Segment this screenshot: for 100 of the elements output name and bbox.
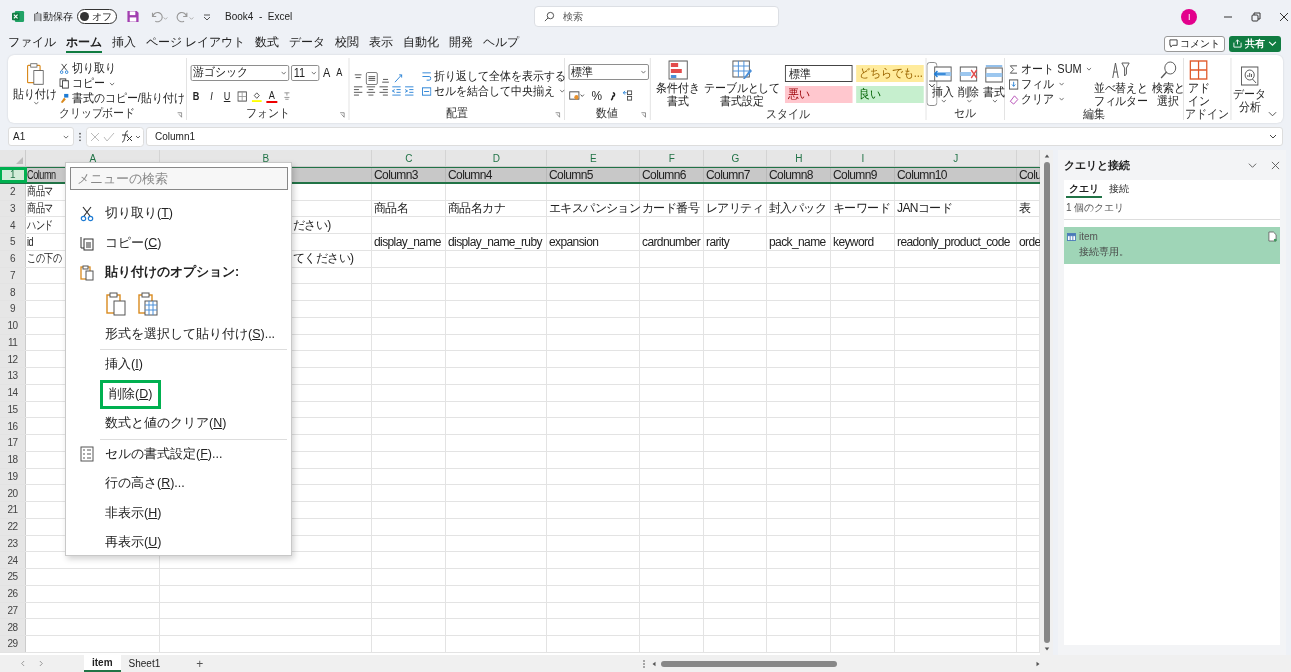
vertical-scrollbar[interactable]	[1040, 150, 1053, 655]
collapse-ribbon-icon[interactable]	[1268, 111, 1277, 117]
menu-item[interactable]: 切り取り(T)	[100, 199, 178, 229]
format-as-table-button[interactable]: テーブルとして 書式設定	[701, 60, 783, 108]
search-field[interactable]: 検索	[534, 6, 780, 27]
italic-button[interactable]: I	[206, 90, 218, 102]
menu-item[interactable]: 行の高さ(R)...	[100, 469, 190, 499]
orientation-icon[interactable]	[393, 72, 404, 84]
sheet-tab[interactable]: item	[84, 655, 121, 672]
ribbon-tab[interactable]: 校閲	[335, 34, 360, 53]
wrap-text-button[interactable]: 折り返して全体を表示する	[421, 68, 566, 84]
menu-item[interactable]: 削除(D)	[100, 379, 162, 409]
row-header[interactable]: 9	[0, 301, 26, 317]
merge-center-button[interactable]: セルを結合して中央揃え	[421, 83, 566, 99]
menu-item[interactable]: 挿入(I)	[100, 350, 148, 380]
cell-style[interactable]: どちらでも...	[856, 65, 924, 82]
scroll-up-icon[interactable]	[1043, 153, 1050, 159]
ribbon-tab[interactable]: 表示	[369, 34, 394, 53]
format-cells-button[interactable]: 書式	[981, 64, 1007, 103]
more-icon[interactable]	[643, 659, 646, 668]
dialog-launcher-icon[interactable]	[640, 112, 647, 118]
column-header[interactable]: I	[861, 152, 864, 164]
row-header[interactable]: 8	[0, 284, 26, 300]
copy-button[interactable]: コピー	[59, 76, 185, 91]
row-header[interactable]: 29	[0, 636, 26, 652]
ribbon-tab[interactable]: ファイル	[8, 34, 56, 53]
ribbon-tab[interactable]: 数式	[255, 34, 280, 53]
increase-decimal-icon[interactable]	[622, 90, 633, 101]
paste-icon[interactable]	[105, 291, 127, 316]
column-header[interactable]: A	[89, 152, 96, 164]
fill-color-icon[interactable]	[251, 90, 262, 102]
underline-button[interactable]: U	[221, 90, 233, 102]
panel-tab[interactable]: 接続	[1106, 182, 1132, 198]
menu-search-field[interactable]: メニューの検索	[70, 167, 288, 190]
delete-cells-button[interactable]: 削除	[955, 64, 982, 103]
row-header[interactable]: 4	[0, 217, 26, 233]
align-center-icon[interactable]	[365, 84, 376, 96]
ribbon-tab[interactable]: 自動化	[403, 34, 440, 53]
expand-icon[interactable]	[1269, 134, 1277, 139]
menu-item[interactable]: コピー(C)	[100, 228, 167, 258]
cell-style[interactable]: 標準	[784, 65, 853, 82]
insert-cells-button[interactable]: 挿入	[930, 64, 956, 103]
more-icon[interactable]	[78, 131, 82, 142]
row-header[interactable]: 1	[0, 168, 26, 182]
cell-style[interactable]: 良い	[856, 86, 924, 103]
sheet-tab[interactable]: Sheet1	[120, 655, 169, 672]
scroll-down-icon[interactable]	[1043, 646, 1050, 652]
ribbon-tab[interactable]: ページ レイアウト	[146, 34, 246, 53]
avatar[interactable]: I	[1181, 8, 1198, 25]
column-header[interactable]: G	[731, 152, 739, 164]
row-header[interactable]: 25	[0, 569, 26, 585]
chevron-down-icon[interactable]	[1248, 160, 1257, 170]
font-color-button[interactable]: A	[266, 89, 278, 103]
cut-button[interactable]: 切り取り	[59, 61, 185, 76]
ribbon-tab[interactable]: ヘルプ	[483, 34, 520, 53]
dialog-launcher-icon[interactable]	[176, 112, 183, 118]
accounting-format-icon[interactable]	[568, 90, 586, 101]
row-header[interactable]: 20	[0, 485, 26, 501]
menu-item[interactable]: セルの書式設定(F)...	[100, 439, 228, 469]
ribbon-tab[interactable]: データ	[289, 34, 326, 53]
conditional-formatting-button[interactable]: 条件付き 書式	[654, 60, 702, 108]
row-header[interactable]: 13	[0, 368, 26, 384]
ribbon-tab[interactable]: ホーム	[66, 34, 102, 53]
ribbon-tab[interactable]: 挿入	[112, 34, 136, 53]
document-icon[interactable]	[1268, 231, 1277, 242]
column-header[interactable]: D	[492, 152, 500, 164]
row-header[interactable]: 5	[0, 234, 26, 250]
borders-icon[interactable]	[237, 90, 248, 102]
autosum-button[interactable]: オート SUM	[1008, 61, 1092, 77]
row-header[interactable]: 16	[0, 418, 26, 434]
undo-icon[interactable]	[149, 10, 169, 23]
comment-button[interactable]: コメント	[1164, 35, 1225, 52]
dialog-launcher-icon[interactable]	[554, 112, 561, 118]
column-header[interactable]: J	[953, 152, 958, 164]
redo-icon[interactable]	[175, 10, 195, 23]
decrease-font-button[interactable]: A	[333, 67, 345, 78]
menu-item[interactable]: 再表示(U)	[100, 528, 167, 558]
close-icon[interactable]	[1271, 160, 1280, 170]
bold-button[interactable]: B	[190, 90, 202, 102]
dialog-launcher-icon[interactable]	[339, 112, 345, 118]
formula-buttons-icon[interactable]	[86, 126, 144, 147]
percent-button[interactable]: %	[590, 88, 604, 103]
autosave-toggle[interactable]: オフ	[77, 9, 117, 24]
query-item[interactable]: item 接続専用。	[1064, 227, 1280, 264]
formula-field[interactable]: Column1	[146, 127, 1283, 146]
paste-button[interactable]: 貼り付け	[11, 62, 60, 105]
row-header[interactable]: 17	[0, 435, 26, 451]
clear-button[interactable]: クリア	[1008, 91, 1092, 107]
number-format-dropdown[interactable]: 標準	[568, 64, 649, 80]
column-header[interactable]: B	[262, 152, 269, 164]
cell-style[interactable]: 悪い	[784, 86, 853, 103]
decrease-indent-icon[interactable]	[391, 84, 402, 96]
panel-tab[interactable]: クエリ	[1066, 182, 1102, 198]
paste-values-icon[interactable]	[137, 291, 159, 316]
data-analysis-button[interactable]: データ 分析	[1231, 66, 1268, 114]
menu-item[interactable]: 形式を選択して貼り付け(S)...	[100, 319, 281, 349]
increase-indent-icon[interactable]	[404, 84, 415, 96]
menu-item[interactable]: 非表示(H)	[100, 498, 167, 528]
column-header[interactable]: C	[405, 152, 412, 164]
menu-item[interactable]: 数式と値のクリア(N)	[100, 409, 232, 439]
